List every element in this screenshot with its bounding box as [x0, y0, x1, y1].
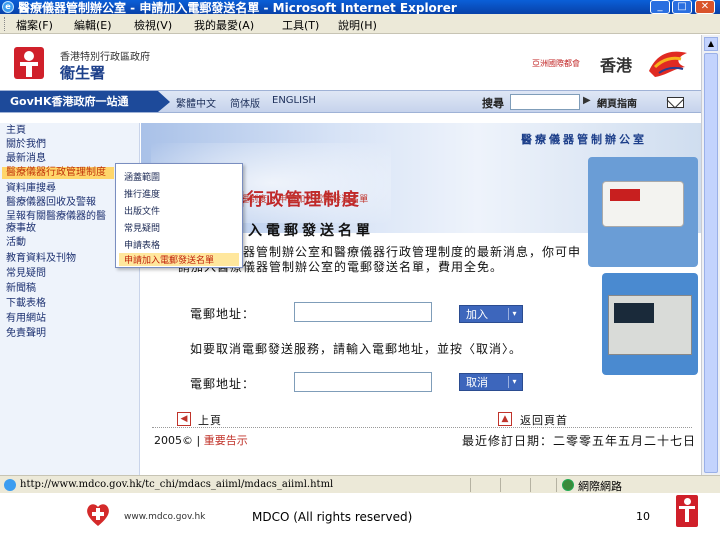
maximize-button[interactable]: □ — [672, 0, 692, 14]
back-to-top-icon[interactable]: ▲ — [498, 412, 512, 426]
window-title: 醫療儀器管制辦公室 - 申請加入電郵發送名單 - Microsoft Inter… — [18, 1, 457, 14]
search-label: 搜尋 — [482, 97, 504, 110]
sidebar-item-admin-control[interactable]: 醫療儀器行政管理制度 — [2, 167, 114, 179]
chevron-down-icon: ▾ — [508, 376, 520, 388]
menu-bar: 檔案(F) 編輯(E) 檢視(V) 我的最愛(A) 工具(T) 說明(H) — [0, 14, 720, 34]
vertical-scrollbar[interactable]: ▲ — [701, 35, 720, 475]
heart-cross-logo-icon — [87, 504, 109, 526]
medical-monitor-image — [602, 273, 698, 375]
join-button[interactable]: 加入 ▾ — [459, 305, 523, 323]
site-header: 香港特別行政區政府 衞生署 亞洲國際都會 香港 — [0, 35, 701, 90]
submenu-item-scope[interactable]: 涵蓋範圍 — [124, 170, 160, 183]
search-input[interactable] — [510, 94, 580, 110]
cancel-email-field[interactable] — [294, 372, 432, 392]
cancel-email-label: 電郵地址： — [190, 377, 256, 391]
sidebar-item-faq[interactable]: 常見疑問 — [6, 268, 130, 280]
previous-page-link[interactable]: 上頁 — [198, 412, 222, 428]
submenu-item-progress[interactable]: 推行進度 — [124, 187, 160, 200]
sidebar-item-events[interactable]: 活動 — [6, 237, 130, 249]
admin-control-submenu: 涵蓋範圍 推行進度 出版文件 常見疑問 申請表格 申請加入電郵發送名單 — [115, 163, 243, 268]
window-title-bar[interactable]: e 醫療儀器管制辦公室 - 申請加入電郵發送名單 - Microsoft Int… — [0, 0, 720, 14]
cancel-button[interactable]: 取消 ▾ — [459, 373, 523, 391]
mail-icon[interactable] — [667, 97, 684, 108]
status-url: http://www.mdco.gov.hk/tc_chi/mdacs_aiim… — [20, 479, 334, 490]
web-page: 香港特別行政區政府 衞生署 亞洲國際都會 香港 GovHK香港政府一站通 繁體中… — [0, 35, 701, 475]
government-name: 香港特別行政區政府 — [60, 52, 150, 63]
slide-number: 10 — [636, 510, 650, 523]
last-revised-date: 最近修訂日期：二零零五年五月二十七日 — [462, 434, 697, 448]
sidebar-item-recalls[interactable]: 醫療儀器回收及警報 — [6, 197, 130, 209]
menu-edit[interactable]: 編輯(E) — [74, 17, 112, 33]
join-email-label: 電郵地址： — [190, 307, 256, 321]
top-navigation: GovHK香港政府一站通 繁體中文 简体版 ENGLISH 搜尋 ▶ 網頁指南 — [0, 90, 701, 113]
toolbar-grip[interactable] — [4, 17, 7, 31]
sidebar-item-incident-report[interactable]: 呈報有關醫療儀器的醫療事故 — [6, 211, 110, 235]
department-logo-icon[interactable] — [14, 47, 44, 79]
internet-zone-icon — [562, 479, 574, 491]
medical-device-image — [588, 157, 698, 267]
footer-divider — [152, 427, 692, 428]
govhk-link[interactable]: GovHK香港政府一站通 — [0, 91, 170, 112]
copyright-text: 2005© — [154, 434, 193, 447]
department-name: 衞生署 — [60, 64, 106, 82]
submenu-item-publications[interactable]: 出版文件 — [124, 204, 160, 217]
asia-world-city-label: 亞洲國際都會 — [532, 59, 580, 68]
important-notices-link[interactable]: 重要告示 — [204, 434, 248, 447]
page-icon — [4, 479, 16, 491]
sidebar-item-forms[interactable]: 下載表格 — [6, 298, 130, 310]
menu-view[interactable]: 檢視(V) — [134, 17, 172, 33]
security-zone: 網際網路 — [578, 480, 622, 493]
footer-rights: MDCO (All rights reserved) — [252, 510, 413, 524]
join-button-label: 加入 — [466, 308, 488, 321]
simplified-chinese-link[interactable]: 简体版 — [230, 95, 260, 110]
join-email-field[interactable] — [294, 302, 432, 322]
sidebar-item-links[interactable]: 有用網站 — [6, 313, 130, 325]
office-name: 醫療儀器管制辦公室 — [521, 133, 647, 146]
submenu-item-mailing-list[interactable]: 申請加入電郵發送名單 — [119, 253, 239, 266]
chevron-down-icon: ▾ — [508, 308, 520, 320]
cancel-button-label: 取消 — [466, 376, 488, 389]
copyright: 2005© | 重要告示 — [154, 434, 248, 447]
slide-footer: www.mdco.gov.hk MDCO (All rights reserve… — [0, 493, 720, 540]
sidebar-item-education[interactable]: 教育資料及刊物 — [6, 253, 130, 265]
back-to-top-link[interactable]: 返回頁首 — [520, 412, 568, 428]
traditional-chinese-link[interactable]: 繁體中文 — [176, 95, 216, 110]
sitemap-link[interactable]: 網頁指南 — [597, 95, 637, 110]
scrollbar-thumb[interactable] — [704, 53, 718, 473]
previous-page-icon[interactable]: ◀ — [177, 412, 191, 426]
dragon-logo-icon — [649, 51, 687, 77]
department-logo-small-icon — [676, 495, 698, 527]
breadcrumb[interactable]: 理制度 » 申請加入電郵發送名單 — [240, 192, 368, 205]
submenu-item-faq[interactable]: 常見疑問 — [124, 221, 160, 234]
hong-kong-brand-text: 香港 — [600, 56, 633, 75]
submenu-item-forms[interactable]: 申請表格 — [124, 238, 160, 251]
minimize-button[interactable]: _ — [650, 0, 670, 14]
sidebar-item-about[interactable]: 關於我們 — [6, 139, 130, 151]
sidebar-item-news[interactable]: 最新消息 — [6, 153, 130, 165]
sidebar-item-disclaimer[interactable]: 免責聲明 — [6, 328, 130, 340]
menu-favorites[interactable]: 我的最愛(A) — [194, 17, 254, 33]
scroll-up-icon[interactable]: ▲ — [704, 37, 718, 51]
menu-tools[interactable]: 工具(T) — [282, 17, 319, 33]
status-bar: http://www.mdco.gov.hk/tc_chi/mdacs_aiim… — [0, 475, 720, 493]
close-button[interactable]: ✕ — [695, 0, 715, 14]
english-link[interactable]: ENGLISH — [272, 95, 316, 106]
ie-icon: e — [2, 1, 14, 13]
menu-file[interactable]: 檔案(F) — [16, 17, 53, 33]
sidebar-item-press[interactable]: 新聞稿 — [6, 283, 130, 295]
footer-website: www.mdco.gov.hk — [124, 512, 206, 522]
menu-help[interactable]: 說明(H) — [338, 17, 377, 33]
sidebar-item-home[interactable]: 主頁 — [6, 125, 130, 137]
search-go-icon[interactable]: ▶ — [583, 95, 595, 109]
cancel-instructions: 如要取消電郵發送服務，請輸入電郵地址，並按〈取消〉。 — [190, 342, 523, 356]
section-title: 入電郵發送名單 — [248, 223, 374, 239]
sidebar-item-database[interactable]: 資料庫搜尋 — [6, 183, 130, 195]
